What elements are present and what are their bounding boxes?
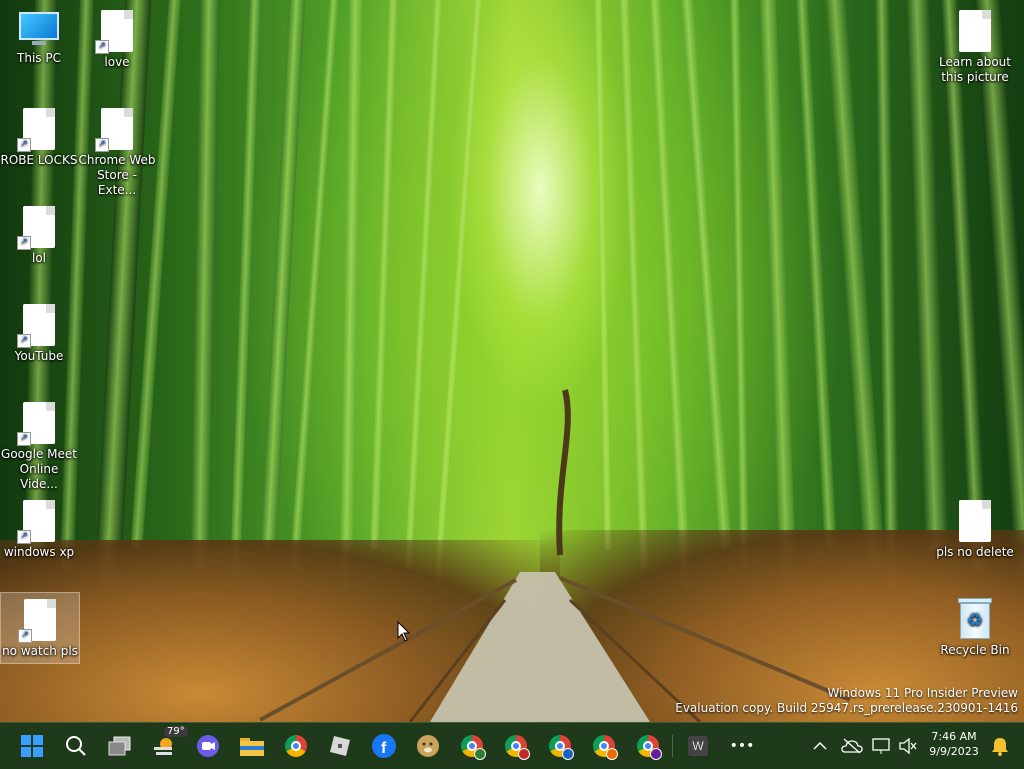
- profile-avatar-icon: [650, 748, 662, 760]
- search-button[interactable]: [60, 730, 92, 762]
- desktop-icon-youtube[interactable]: ↗ YouTube: [0, 298, 78, 364]
- weather-widget[interactable]: 79°: [148, 726, 188, 762]
- desktop-icon-this-pc[interactable]: This PC: [0, 4, 78, 66]
- watermark-line-1: Windows 11 Pro Insider Preview: [827, 686, 1018, 700]
- desktop-icon-no-watch-pls[interactable]: ↗ no watch pls: [0, 592, 80, 664]
- zoom-button[interactable]: [192, 730, 224, 762]
- desktop-icon-recycle-bin[interactable]: ♻ Recycle Bin: [936, 592, 1014, 658]
- onedrive-offline-icon: [841, 738, 863, 754]
- more-apps-button[interactable]: •••: [726, 730, 758, 762]
- zoom-icon: [197, 735, 219, 757]
- volume-button[interactable]: [892, 730, 924, 762]
- windows-watermark: Windows 11 Pro Insider Preview Evaluatio…: [675, 686, 1018, 716]
- chrome-button[interactable]: [280, 730, 312, 762]
- desktop-icon-label: no watch pls: [2, 644, 78, 658]
- windows-logo-icon: [21, 735, 43, 757]
- file-icon: [959, 10, 991, 52]
- shortcut-file-icon: ↗: [18, 599, 56, 643]
- chrome-profile-button-5[interactable]: [632, 730, 664, 762]
- computer-icon: [19, 12, 59, 46]
- desktop-icon-label: Learn about this picture: [939, 55, 1011, 84]
- clock[interactable]: 7:46 AM 9/9/2023: [922, 729, 986, 759]
- desktop-icon-label: Google Meet Online Vide...: [1, 447, 77, 491]
- weather-widget-icon: [154, 738, 172, 755]
- desktop-icon-google-meet[interactable]: ↗ Google Meet Online Vide...: [0, 396, 78, 492]
- start-button[interactable]: [16, 730, 48, 762]
- desktop-icon-label: Recycle Bin: [940, 643, 1010, 657]
- chrome-profile-button-2[interactable]: [500, 730, 532, 762]
- file-icon: [959, 500, 991, 542]
- mouse-cursor-icon: [397, 621, 411, 642]
- desktop-icon-label: pls no delete: [936, 545, 1014, 559]
- desktop-icon-label: ROBE LOCKS: [0, 153, 78, 167]
- chrome-profile-button-1[interactable]: [456, 730, 488, 762]
- profile-avatar-icon: [606, 748, 618, 760]
- file-explorer-button[interactable]: [236, 730, 268, 762]
- clock-time: 7:46 AM: [931, 730, 977, 743]
- desktop-icon-label: YouTube: [14, 349, 64, 363]
- doge-icon: [417, 735, 439, 757]
- desktop-icon-robe-locks[interactable]: ↗ ROBE LOCKS: [0, 102, 78, 168]
- chrome-profile-button-4[interactable]: [588, 730, 620, 762]
- word-icon: W: [688, 736, 708, 756]
- task-view-icon: [108, 736, 131, 756]
- shortcut-file-icon: ↗: [17, 206, 55, 250]
- shortcut-file-icon: ↗: [95, 108, 133, 152]
- weather-temp-badge: 79°: [164, 726, 188, 737]
- watermark-line-2: Evaluation copy. Build 25947.rs_prerelea…: [675, 701, 1018, 715]
- taskbar: 79° f W ••• 7:46 AM 9/9/2023: [0, 722, 1024, 769]
- shortcut-file-icon: ↗: [17, 500, 55, 544]
- desktop-icon-pls-no-delete[interactable]: pls no delete: [936, 494, 1014, 560]
- desktop-icon-label: love: [104, 55, 130, 69]
- desktop-icon-label: This PC: [17, 51, 61, 65]
- onedrive-button[interactable]: [836, 730, 868, 762]
- chevron-up-icon: [813, 741, 827, 750]
- desktop-icon-label: windows xp: [3, 545, 75, 559]
- desktop-icon-lol[interactable]: ↗ lol: [0, 200, 78, 266]
- facebook-button[interactable]: f: [368, 730, 400, 762]
- desktop-icon-love[interactable]: ↗ love: [78, 4, 156, 70]
- chrome-icon: [285, 735, 307, 757]
- word-button[interactable]: W: [682, 730, 714, 762]
- notifications-button[interactable]: [984, 730, 1016, 762]
- roblox-icon: [330, 736, 350, 756]
- facebook-icon: f: [372, 734, 396, 758]
- desktop-icon-windows-xp[interactable]: ↗ windows xp: [0, 494, 78, 560]
- profile-avatar-icon: [518, 748, 530, 760]
- search-icon: [66, 736, 86, 756]
- more-apps-icon: •••: [729, 738, 755, 754]
- roblox-button[interactable]: [324, 730, 356, 762]
- volume-muted-icon: [899, 737, 917, 755]
- shortcut-file-icon: ↗: [17, 108, 55, 152]
- chrome-profile-button-3[interactable]: [544, 730, 576, 762]
- shortcut-file-icon: ↗: [95, 10, 133, 54]
- bell-icon: [992, 738, 1008, 756]
- svg-text:f: f: [381, 740, 387, 757]
- doge-button[interactable]: [412, 730, 444, 762]
- profile-avatar-icon: [474, 748, 486, 760]
- file-explorer-icon: [240, 738, 264, 756]
- desktop-icon-label: lol: [31, 251, 46, 265]
- desktop-icon-learn-about-picture[interactable]: Learn about this picture: [936, 4, 1014, 85]
- task-view-button[interactable]: [104, 730, 136, 762]
- profile-avatar-icon: [562, 748, 574, 760]
- network-icon: [872, 738, 890, 754]
- shortcut-file-icon: ↗: [17, 304, 55, 348]
- taskbar-divider: [672, 735, 673, 757]
- desktop-icon-label: Chrome Web Store - Exte...: [78, 153, 156, 197]
- recycle-bin-icon: ♻: [958, 598, 992, 640]
- desktop-icon-chrome-web-store[interactable]: ↗ Chrome Web Store - Exte...: [78, 102, 156, 198]
- shortcut-file-icon: ↗: [17, 402, 55, 446]
- show-hidden-icons-button[interactable]: [804, 730, 836, 762]
- clock-date: 9/9/2023: [929, 745, 979, 758]
